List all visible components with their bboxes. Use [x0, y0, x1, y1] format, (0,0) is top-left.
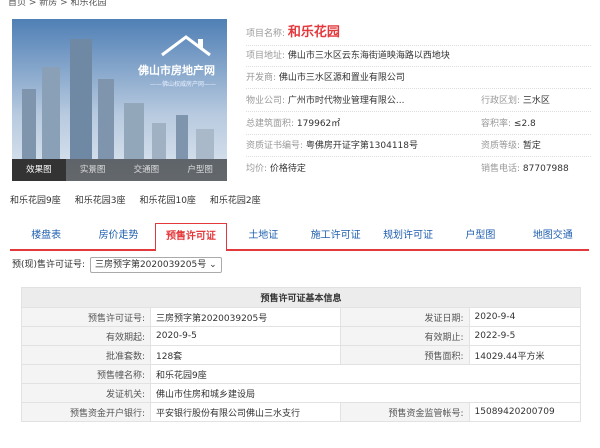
building-graphic — [176, 115, 188, 159]
area-label: 总建筑面积: — [246, 119, 295, 129]
building-link-2[interactable]: 和乐花园2座 — [210, 193, 261, 206]
valid-to-label: 有效期止: — [339, 326, 470, 346]
tab-land-cert[interactable]: 土地证 — [227, 223, 299, 249]
developer-row: 开发商: 佛山市三水区源和置业有限公司 — [246, 68, 591, 89]
gallery-tabs: 效果图 实景图 交通图 户型图 — [12, 159, 227, 181]
building-name: 和乐花园9座 — [150, 364, 581, 384]
cert-number: 粤佛房开证字第1304118号 — [305, 141, 419, 151]
presale-area-label: 预售面积: — [339, 345, 470, 365]
table-row: 预售许可证号: 三房预字第2020039205号 发证日期: 2020-9-4 — [21, 307, 582, 327]
approved-units: 128套 — [150, 345, 341, 365]
tab-price-trend[interactable]: 房价走势 — [82, 223, 154, 249]
table-row: 有效期起: 2020-9-5 有效期止: 2022-9-5 — [21, 326, 582, 346]
permit-no: 三房预字第2020039205号 — [150, 307, 341, 327]
presale-area: 14029.44平方米 — [468, 345, 582, 365]
project-name: 和乐花园 — [287, 25, 340, 40]
table-row: 发证机关: 佛山市住房和城乡建设局 — [21, 383, 581, 403]
tab-planning-permit[interactable]: 规划许可证 — [372, 223, 444, 249]
level-label: 资质等级: — [481, 141, 521, 151]
issue-date-label: 发证日期: — [339, 307, 470, 327]
floor-area-ratio: ≤2.8 — [513, 119, 536, 129]
building-graphic — [152, 123, 166, 159]
deposit-bank: 平安银行股份有限公司佛山三水支行 — [150, 402, 341, 422]
developer-label: 开发商: — [246, 73, 277, 83]
building-graphic — [42, 67, 60, 159]
table-row: 预售资金开户银行: 平安银行股份有限公司佛山三水支行 预售资金监管帐号: 150… — [21, 402, 582, 422]
price-row: 均价: 价格待定 销售电话: 87707988 — [246, 159, 591, 179]
far-label: 容积率: — [481, 119, 512, 129]
issue-date: 2020-9-4 — [468, 307, 582, 327]
tab-construction-permit[interactable]: 施工许可证 — [300, 223, 372, 249]
bank-label: 预售资金开户银行: — [21, 402, 151, 422]
district: 三水区 — [522, 96, 550, 106]
supervision-account: 15089420200709 — [468, 402, 582, 422]
building-graphic — [22, 89, 36, 159]
project-name-label: 项目名称: — [246, 29, 286, 39]
gallery-tab-traffic[interactable]: 交通图 — [120, 159, 174, 181]
issuing-authority: 佛山市住房和城乡建设局 — [150, 383, 581, 403]
brand-name: 佛山市房地产网 — [138, 64, 215, 77]
permit-table-title: 预售许可证基本信息 — [21, 287, 581, 308]
account-label: 预售资金监管帐号: — [339, 402, 470, 422]
permit-no-label: 预售许可证号: — [21, 307, 151, 327]
permit-select-value: 三房预字第2020039205号 — [94, 260, 207, 270]
cert-level: 暂定 — [522, 141, 541, 151]
building-graphic — [196, 129, 214, 159]
table-row: 批准套数: 128套 预售面积: 14029.44平方米 — [21, 345, 582, 365]
project-address-label: 项目地址: — [246, 51, 286, 61]
building-graphic — [70, 39, 92, 159]
property-label: 物业公司: — [246, 96, 286, 106]
tab-map-traffic[interactable]: 地图交通 — [517, 223, 589, 249]
brand-slogan: ——佛山权威房产网—— — [150, 81, 217, 88]
sales-phone: 87707988 — [522, 164, 569, 174]
area-row: 总建筑面积: 179962㎡ 容积率: ≤2.8 — [246, 114, 591, 135]
permit-info-table: 预售许可证基本信息 预售许可证号: 三房预字第2020039205号 发证日期:… — [21, 287, 582, 422]
building-name-label: 预售幢名称: — [21, 364, 151, 384]
project-image-gallery[interactable]: 佛山市房地产网 ——佛山权威房产网—— 效果图 实景图 交通图 户型图 — [12, 19, 227, 181]
chevron-down-icon: ⌄ — [209, 260, 217, 270]
building-link-10[interactable]: 和乐花园10座 — [139, 193, 195, 206]
gallery-tab-floorplan[interactable]: 户型图 — [173, 159, 227, 181]
developer: 佛山市三水区源和置业有限公司 — [278, 73, 405, 83]
table-row: 预售幢名称: 和乐花园9座 — [21, 364, 581, 384]
average-price: 价格待定 — [269, 164, 306, 174]
tab-presale-permit[interactable]: 预售许可证 — [154, 223, 228, 251]
building-link-9[interactable]: 和乐花园9座 — [10, 193, 61, 206]
building-graphic — [98, 79, 114, 159]
price-label: 均价: — [246, 164, 268, 174]
project-name-row: 项目名称: 和乐花园 — [246, 21, 591, 46]
building-graphic — [124, 103, 144, 159]
property-row: 物业公司: 广州市时代物业管理有限公... 行政区划: 三水区 — [246, 91, 591, 112]
tab-floor-plans[interactable]: 户型图 — [444, 223, 516, 249]
permit-select-row: 预(现)售许可证号: 三房预字第2020039205号 ⌄ — [12, 257, 222, 273]
gallery-tab-effect[interactable]: 效果图 — [12, 159, 66, 181]
cert-label: 资质证书编号: — [246, 141, 304, 151]
project-address-row: 项目地址: 佛山市三水区云东海街道映海路以西地块 — [246, 46, 591, 67]
gallery-tab-real[interactable]: 实景图 — [66, 159, 120, 181]
property-company: 广州市时代物业管理有限公... — [287, 96, 405, 106]
building-link-3[interactable]: 和乐花园3座 — [75, 193, 126, 206]
breadcrumb: 首页 > 新房 > 和乐花园 — [8, 0, 107, 8]
units-label: 批准套数: — [21, 345, 151, 365]
project-address: 佛山市三水区云东海街道映海路以西地块 — [287, 51, 450, 61]
valid-from-label: 有效期起: — [21, 326, 151, 346]
phone-label: 销售电话: — [481, 164, 521, 174]
total-area: 179962㎡ — [296, 119, 341, 129]
valid-from: 2020-9-5 — [150, 326, 341, 346]
permit-select[interactable]: 三房预字第2020039205号 ⌄ — [89, 257, 222, 273]
authority-label: 发证机关: — [21, 383, 151, 403]
tab-house-table[interactable]: 楼盘表 — [10, 223, 82, 249]
detail-tabs: 楼盘表 房价走势 预售许可证 土地证 施工许可证 规划许可证 户型图 地图交通 — [10, 223, 589, 251]
district-label: 行政区划: — [481, 96, 521, 106]
building-links: 和乐花园9座 和乐花园3座 和乐花园10座 和乐花园2座 — [10, 193, 261, 206]
permit-select-label: 预(现)售许可证号: — [12, 260, 86, 270]
valid-to: 2022-9-5 — [468, 326, 582, 346]
cert-row: 资质证书编号: 粤佛房开证字第1304118号 资质等级: 暂定 — [246, 136, 591, 157]
